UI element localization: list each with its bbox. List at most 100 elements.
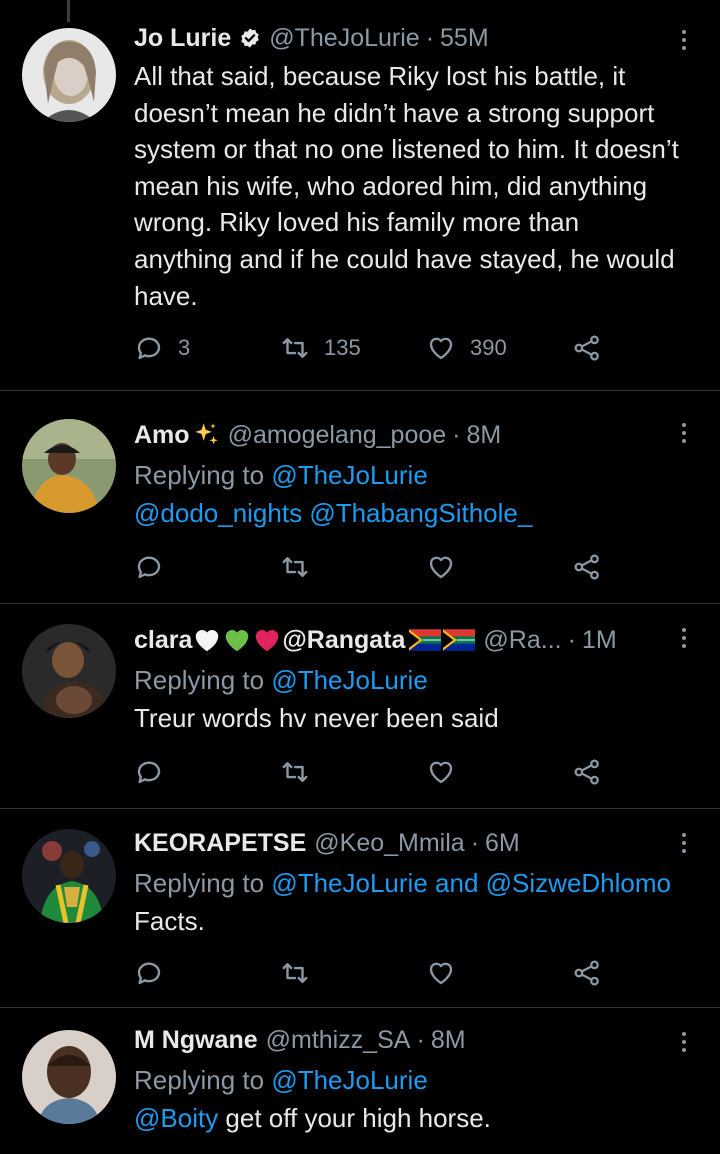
tweet-amo[interactable]: Amo @amogelang_pooe · 8M Replying to @Th…: [0, 391, 720, 603]
green-heart-emoji-icon: [226, 630, 249, 652]
sparkles-emoji-icon: [195, 423, 218, 445]
replying-to-and: and: [435, 868, 479, 898]
reply-icon: [137, 556, 161, 579]
separator: ·: [425, 24, 435, 52]
handle[interactable]: @TheJoLurie: [269, 22, 419, 54]
separator: ·: [452, 421, 461, 449]
like-count: 390: [470, 335, 507, 360]
reply-count: 3: [178, 335, 191, 360]
tweet-text: @dodo_nights @ThabangSithole_: [134, 495, 680, 532]
tweet-actions: [134, 549, 614, 585]
retweet-button[interactable]: [280, 549, 310, 585]
share-icon: [574, 960, 599, 986]
share-button[interactable]: [572, 955, 602, 991]
retweet-button[interactable]: 135: [280, 330, 361, 366]
like-button[interactable]: [426, 549, 456, 585]
display-name[interactable]: M Ngwane: [134, 1024, 258, 1056]
replying-to-link[interactable]: @SizweDhlomo: [486, 868, 671, 898]
mention-link[interactable]: @ThabangSithole_: [309, 498, 532, 528]
avatar[interactable]: [22, 829, 116, 923]
tweet-clara[interactable]: clara @Rangata @Ra... · 1M Replying to @…: [0, 604, 720, 808]
reply-button[interactable]: [134, 549, 164, 585]
tweet-actions: [134, 955, 614, 991]
replying-to-label: Replying to: [134, 1065, 265, 1095]
handle[interactable]: @amogelang_pooe: [228, 419, 447, 451]
separator: ·: [416, 1026, 425, 1054]
avatar[interactable]: [22, 624, 116, 718]
replying-to-link[interactable]: @TheJoLurie: [271, 665, 427, 695]
reply-button[interactable]: 3: [134, 330, 190, 366]
replying-to-label: Replying to: [134, 460, 265, 490]
share-button[interactable]: [572, 330, 602, 366]
display-name[interactable]: KEORAPETSE: [134, 827, 306, 859]
like-button[interactable]: [426, 754, 456, 790]
tweet-actions: [134, 754, 614, 790]
tweet-text: Facts.: [134, 906, 205, 936]
like-button[interactable]: 390: [426, 330, 507, 366]
avatar[interactable]: [22, 419, 116, 513]
share-button[interactable]: [572, 754, 602, 790]
more-options-icon[interactable]: [674, 624, 694, 654]
reply-button[interactable]: [134, 754, 164, 790]
replying-to-link[interactable]: @TheJoLurie: [271, 460, 427, 490]
display-name[interactable]: clara: [134, 624, 192, 656]
retweet-button[interactable]: [280, 955, 310, 991]
retweet-button[interactable]: [280, 754, 310, 790]
replying-to: Replying to @TheJoLurie: [134, 662, 680, 698]
white-heart-emoji-icon: [196, 630, 219, 652]
more-options-icon[interactable]: [674, 1028, 694, 1058]
reply-icon: [137, 962, 161, 985]
timestamp[interactable]: 1M: [582, 624, 617, 656]
avatar[interactable]: [22, 28, 116, 122]
like-button[interactable]: [426, 955, 456, 991]
tweet-m-ngwane[interactable]: M Ngwane @mthizz_SA · 8M Replying to @Th…: [0, 1008, 720, 1154]
mention-link[interactable]: @dodo_nights: [134, 498, 302, 528]
heart-icon: [429, 337, 453, 360]
retweet-icon: [282, 338, 308, 358]
handle[interactable]: @Keo_Mmila: [314, 827, 464, 859]
timestamp[interactable]: 55M: [440, 22, 489, 54]
handle[interactable]: @Ra...: [483, 624, 561, 656]
tweet-header: Jo Lurie @TheJoLurie · 55M: [134, 22, 680, 54]
avatar[interactable]: [22, 1030, 116, 1124]
display-name-suffix[interactable]: @Rangata: [282, 624, 405, 656]
tweet-keorapetse[interactable]: KEORAPETSE @Keo_Mmila · 6M Replying to @…: [0, 809, 720, 1007]
south-africa-flag-icon: [409, 629, 442, 651]
handle[interactable]: @mthizz_SA: [266, 1024, 411, 1056]
verified-badge-icon: [241, 28, 259, 48]
share-button[interactable]: [572, 549, 602, 585]
retweet-icon: [282, 963, 308, 983]
share-icon: [574, 335, 599, 361]
heart-icon: [429, 962, 453, 985]
tweet-jo-lurie[interactable]: Jo Lurie @TheJoLurie · 55M All that said…: [0, 0, 720, 390]
timestamp[interactable]: 6M: [485, 827, 520, 859]
more-options-icon[interactable]: [674, 26, 694, 56]
tweet-header: M Ngwane @mthizz_SA · 8M: [134, 1024, 680, 1056]
tweet-text: Treur words hv never been said: [134, 703, 499, 733]
separator: ·: [470, 829, 480, 857]
more-options-icon[interactable]: [674, 419, 694, 449]
retweet-icon: [282, 762, 308, 782]
more-options-icon[interactable]: [674, 829, 694, 859]
mention-link[interactable]: @Boity: [134, 1103, 218, 1133]
replying-to-label: Replying to: [134, 665, 265, 695]
reply-button[interactable]: [134, 955, 164, 991]
replying-to-link[interactable]: @TheJoLurie: [271, 1065, 427, 1095]
retweet-icon: [282, 557, 308, 577]
replying-to-label: Replying to: [134, 868, 265, 898]
reply-icon: [137, 337, 161, 360]
tweet-header: clara @Rangata @Ra... · 1M: [134, 624, 680, 656]
replying-to: Replying to @TheJoLurie: [134, 457, 680, 493]
timestamp[interactable]: 8M: [431, 1024, 466, 1056]
south-africa-flag-icon: [443, 629, 476, 651]
timestamp[interactable]: 8M: [467, 419, 502, 451]
replying-to-link[interactable]: @TheJoLurie: [271, 868, 427, 898]
separator: ·: [567, 626, 576, 654]
tweet-text: @Boity get off your high horse.: [134, 1100, 680, 1137]
tweet-header: KEORAPETSE @Keo_Mmila · 6M: [134, 827, 680, 859]
retweet-count: 135: [324, 335, 361, 360]
display-name[interactable]: Amo: [134, 419, 190, 451]
share-icon: [574, 759, 599, 785]
display-name[interactable]: Jo Lurie: [134, 22, 231, 54]
red-heart-emoji-icon: [256, 630, 279, 652]
